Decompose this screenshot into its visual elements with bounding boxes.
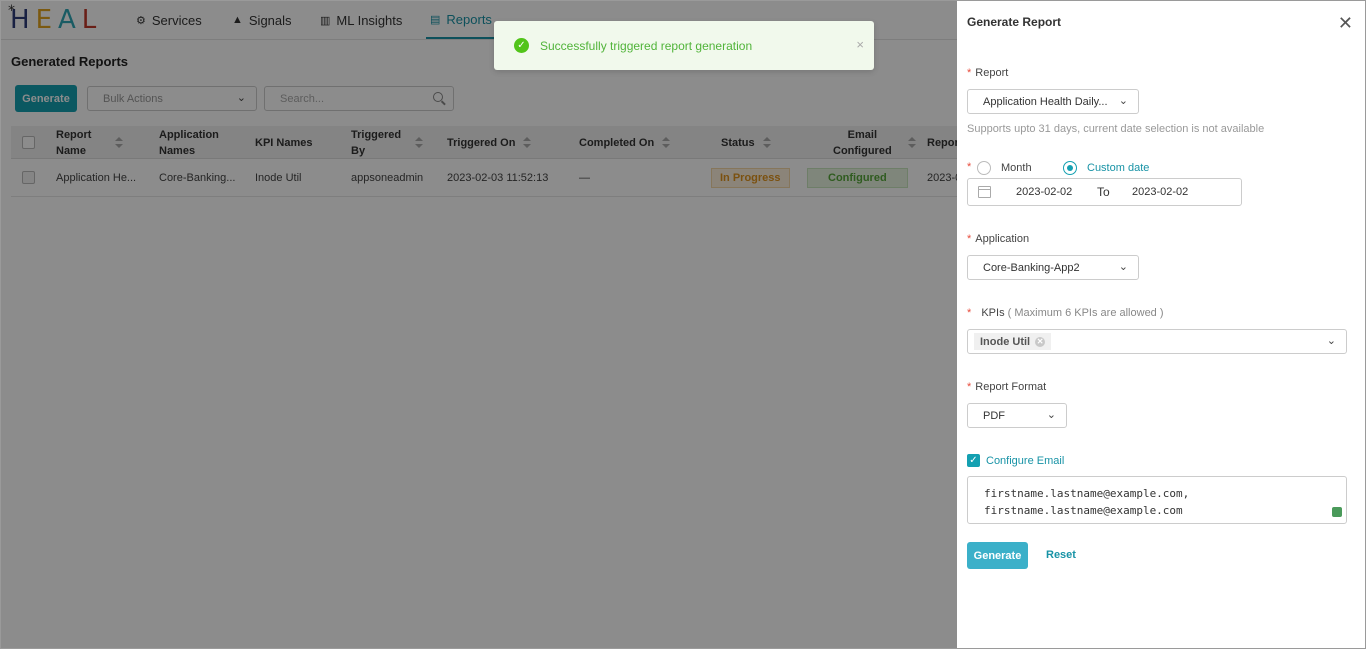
date-from[interactable]: 2023-02-02 [1016, 186, 1072, 198]
report-format-select[interactable]: PDF ⌄ [967, 403, 1067, 428]
application-label: * Application [967, 233, 1030, 245]
radio-month[interactable]: Month [977, 161, 1032, 175]
application-select-value: Core-Banking-App2 [983, 261, 1080, 274]
check-circle-icon: ✓ [514, 38, 529, 53]
chevron-down-icon: ⌄ [1326, 335, 1336, 347]
app-window: * HEAL ⚙ Services ▲ Signals ▥ ML Insight… [0, 0, 1366, 649]
success-toast: ✓ Successfully triggered report generati… [494, 21, 874, 70]
radio-custom-dot [1063, 161, 1077, 175]
configure-email-label: Configure Email [986, 454, 1065, 467]
radio-month-dot [977, 161, 991, 175]
toast-message: Successfully triggered report generation [540, 38, 753, 53]
date-required-marker: * [967, 161, 972, 173]
email-textarea[interactable]: firstname.lastname@example.com, firstnam… [967, 476, 1347, 524]
reset-button[interactable]: Reset [1046, 549, 1076, 561]
report-format-value: PDF [983, 409, 1005, 422]
drawer-title: Generate Report [967, 15, 1062, 29]
remove-tag-icon[interactable]: ✕ [1035, 336, 1046, 347]
drawer-generate-button[interactable]: Generate [967, 542, 1028, 569]
kpi-tag-label: Inode Util [980, 335, 1031, 348]
email-line-1: firstname.lastname@example.com, [984, 487, 1190, 500]
application-select[interactable]: Core-Banking-App2 ⌄ [967, 255, 1139, 280]
report-format-label: * Report Format [967, 381, 1047, 393]
radio-month-label: Month [1001, 162, 1032, 174]
close-icon[interactable]: × [856, 37, 864, 52]
report-label: * Report [967, 67, 1009, 79]
resize-handle-icon[interactable] [1332, 507, 1342, 517]
date-to[interactable]: 2023-02-02 [1132, 186, 1188, 198]
chevron-down-icon: ⌄ [1046, 409, 1056, 421]
checkbox-checked-icon: ✓ [967, 454, 980, 467]
configure-email-checkbox[interactable]: ✓ Configure Email [967, 454, 1064, 467]
generate-report-drawer: Generate Report ✕ * Report Application He… [957, 1, 1365, 648]
report-select[interactable]: Application Health Daily... ⌄ [967, 89, 1139, 114]
radio-custom-label: Custom date [1087, 162, 1150, 174]
close-icon[interactable]: ✕ [1338, 13, 1353, 34]
chevron-down-icon: ⌄ [1118, 95, 1128, 107]
kpis-note: ( Maximum 6 KPIs are allowed ) [1007, 307, 1164, 319]
radio-custom-date[interactable]: Custom date [1063, 161, 1149, 175]
report-hint: Supports upto 31 days, current date sele… [967, 123, 1265, 135]
modal-backdrop[interactable] [1, 1, 957, 648]
calendar-icon [978, 186, 991, 198]
email-line-2: firstname.lastname@example.com [984, 504, 1183, 517]
date-to-label: To [1097, 185, 1110, 199]
kpis-label: * KPIs ( Maximum 6 KPIs are allowed ) [967, 307, 1164, 319]
kpi-tag: Inode Util ✕ [974, 333, 1052, 350]
chevron-down-icon: ⌄ [1118, 261, 1128, 273]
kpis-multiselect[interactable]: Inode Util ✕ ⌄ [967, 329, 1347, 354]
report-select-value: Application Health Daily... [983, 95, 1108, 108]
date-range-picker[interactable]: 2023-02-02 To 2023-02-02 [967, 178, 1242, 206]
